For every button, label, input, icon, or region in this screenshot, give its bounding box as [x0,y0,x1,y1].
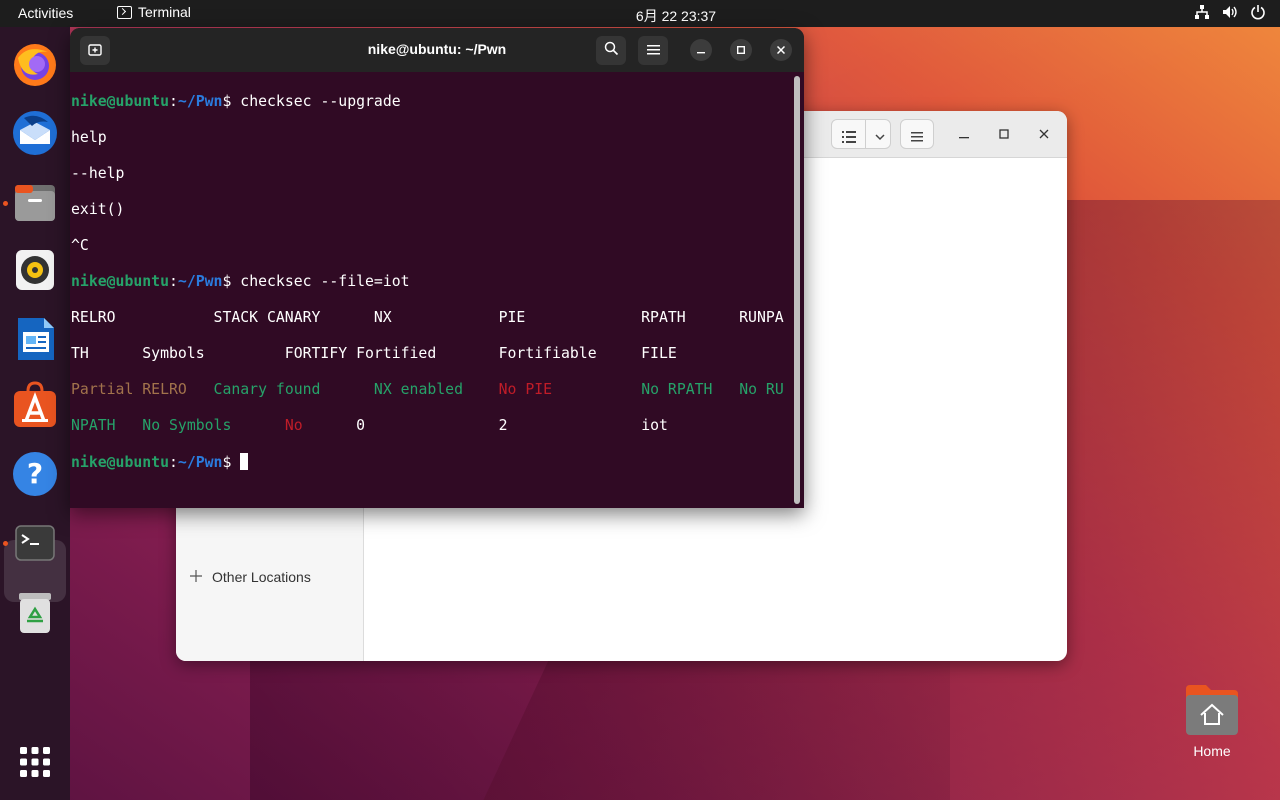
sidebar-item-other-locations[interactable]: Other Locations [190,569,311,585]
fortifiable-value: 2 [498,417,508,434]
file-value: iot [641,417,668,434]
close-icon[interactable] [1032,122,1056,146]
command-text: checksec --upgrade [240,93,401,110]
home-label: Home [1193,743,1231,759]
dock: ? [0,27,70,800]
terminal-headerbar: nike@ubuntu: ~/Pwn [70,28,804,72]
network-icon [1194,4,1210,20]
svg-text:?: ? [27,457,43,490]
command-text: checksec --file=iot [240,273,410,290]
search-icon [604,41,619,60]
terminal-line: help [71,129,107,146]
checksec-header-line: RELRO STACK CANARY NX PIE RPATH RUNPA [71,309,784,326]
checksec-result-line: NPATH No Symbols No 0 2 iot [71,417,793,435]
firefox-icon[interactable] [10,40,60,90]
terminal-line: ^C [71,237,89,254]
terminal-line: nike@ubuntu:~/Pwn$ checksec --file=iot [71,273,410,290]
maximize-icon [736,43,745,57]
home-folder-icon [1184,683,1240,737]
symbols-value: No Symbols [142,417,232,434]
desktop-home-folder[interactable]: Home [1178,683,1246,759]
rhythmbox-icon[interactable] [10,245,60,295]
minimize-button[interactable] [690,39,712,61]
app-center-icon[interactable] [10,381,60,431]
files-icon[interactable] [10,177,60,227]
canary-value: Canary found [213,381,321,398]
fortified-value: 0 [356,417,366,434]
hamburger-icon [911,128,923,147]
search-button[interactable] [596,36,626,65]
fortify-value: No [284,417,303,434]
sidebar-item-label: Other Locations [212,569,311,585]
prompt-user: nike@ubuntu [71,93,169,110]
runpath-value-cont: NPATH [71,417,116,434]
hamburger-icon [646,41,660,60]
terminal-menu-button[interactable] [638,36,668,65]
system-status-menu[interactable] [1194,4,1266,20]
list-view-icon [842,128,856,147]
top-bar: Activities Terminal 6月 22 23:37 [0,0,1280,27]
minimize-icon[interactable] [952,122,976,146]
terminal-line: --help [71,165,125,182]
runpath-value: No RU [739,381,784,398]
libreoffice-writer-icon[interactable] [10,314,60,364]
chevron-down-icon [874,128,886,147]
terminal-line: nike@ubuntu:~/Pwn$ checksec --upgrade [71,93,401,110]
volume-icon [1222,4,1238,20]
relro-value: Partial RELRO [71,381,187,398]
files-menu-button[interactable] [900,119,934,149]
prompt-user: nike@ubuntu [71,273,169,290]
clock[interactable]: 6月 22 23:37 [0,6,1280,26]
prompt-user: nike@ubuntu [71,454,169,471]
trash-icon[interactable] [10,587,60,637]
show-apps-icon[interactable] [10,737,60,787]
checksec-header-line: TH Symbols FORTIFY Fortified Fortifiable… [71,345,677,362]
terminal-dock-icon[interactable] [10,518,60,568]
prompt-path: ~/Pwn [177,93,223,110]
plus-icon [190,569,202,585]
prompt-path: ~/Pwn [177,454,223,471]
terminal-window[interactable]: nike@ubuntu: ~/Pwn nike@ubuntu:~/Pwn$ ch… [70,28,804,508]
thunderbird-icon[interactable] [10,108,60,158]
terminal-output[interactable]: nike@ubuntu:~/Pwn$ checksec --upgrade he… [71,75,793,505]
running-indicator [3,541,8,546]
prompt-path: ~/Pwn [177,273,223,290]
view-toggle-button[interactable] [831,119,891,149]
checksec-result-line: Partial RELRO Canary found NX enabled No… [71,381,793,399]
text-cursor [240,453,249,470]
minimize-icon [697,43,705,57]
rpath-value: No RPATH [641,381,713,398]
running-indicator [3,201,8,206]
close-icon [776,43,786,57]
terminal-line: nike@ubuntu:~/Pwn$ [71,453,793,471]
pie-value: No PIE [498,381,553,398]
maximize-icon[interactable] [992,122,1016,146]
terminal-line: exit() [71,201,125,218]
power-icon [1250,4,1266,20]
close-button[interactable] [770,39,792,61]
terminal-scrollbar[interactable] [794,76,800,504]
help-icon[interactable]: ? [10,449,60,499]
maximize-button[interactable] [730,39,752,61]
nx-value: NX enabled [373,381,463,398]
